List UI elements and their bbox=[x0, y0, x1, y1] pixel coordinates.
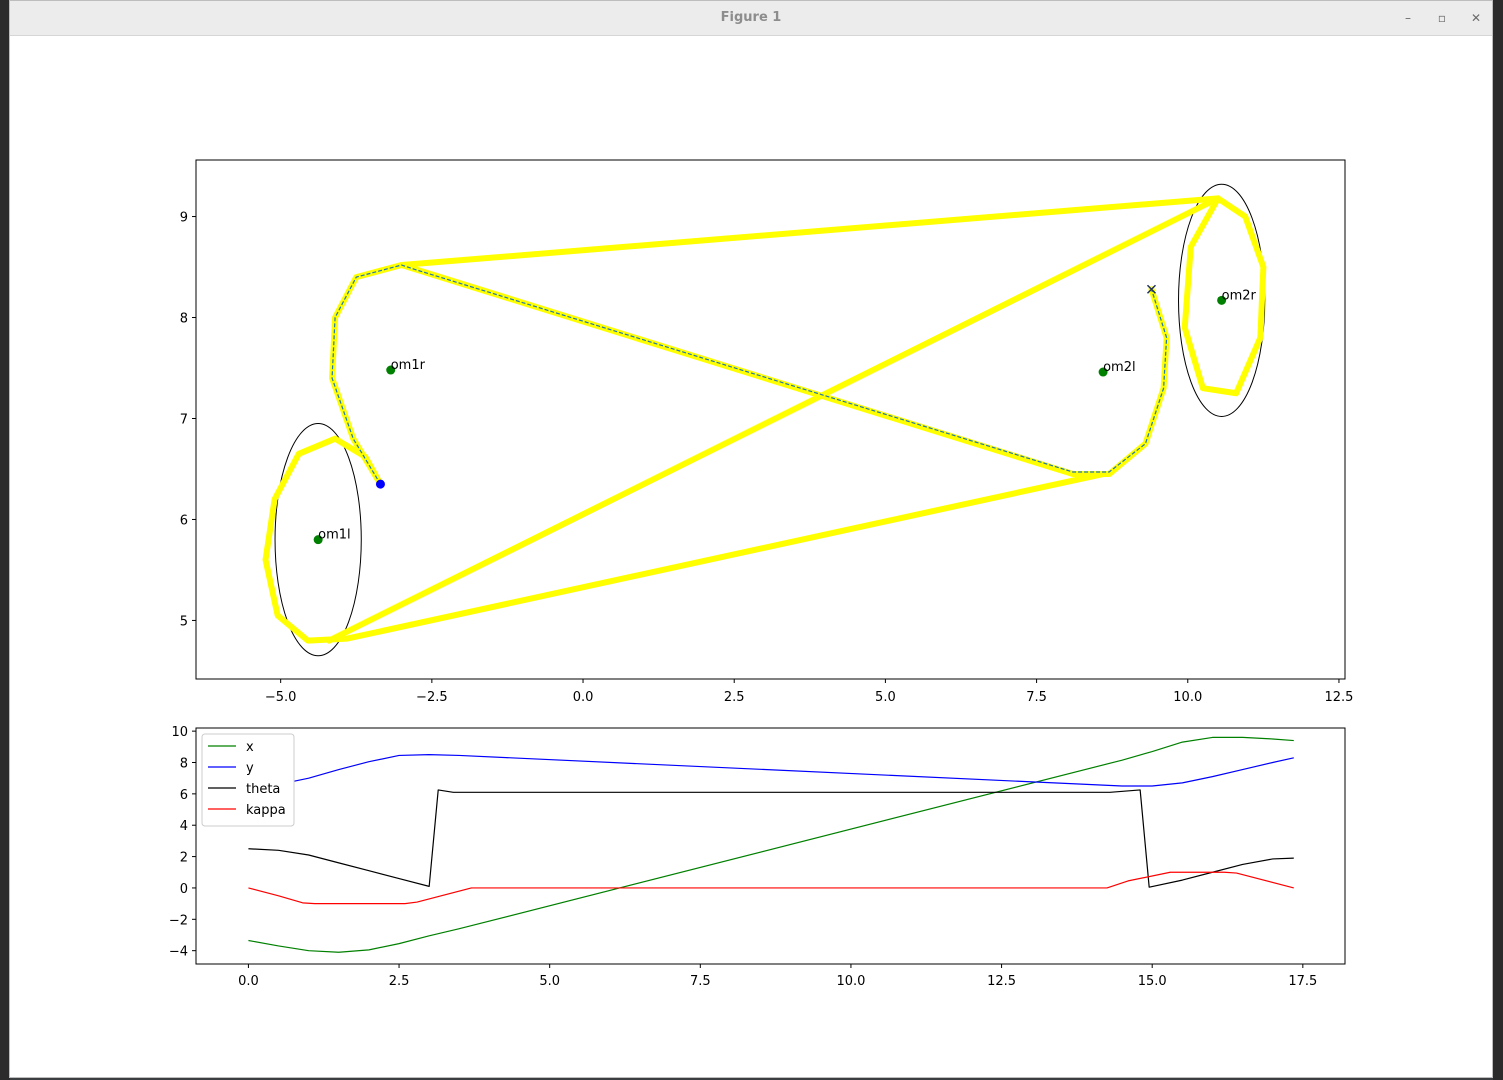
top-ytick-label: 6 bbox=[180, 513, 188, 528]
bottom-xtick-label: 15.0 bbox=[1138, 974, 1167, 989]
bottom-xtick-label: 12.5 bbox=[987, 974, 1016, 989]
center-label-om2r: om2r bbox=[1222, 288, 1257, 303]
top-xtick-label: 10.0 bbox=[1173, 690, 1202, 705]
legend-label-kappa: kappa bbox=[246, 803, 286, 818]
bottom-axes-background bbox=[196, 728, 1345, 964]
legend-label-y: y bbox=[246, 761, 254, 776]
bottom-xtick-label: 2.5 bbox=[389, 974, 410, 989]
legend-label-x: x bbox=[246, 740, 254, 755]
bottom-ytick-label: 10 bbox=[171, 725, 188, 740]
center-label-om1r: om1r bbox=[391, 358, 426, 373]
top-xtick-label: −2.5 bbox=[416, 690, 448, 705]
bottom-ytick-label: −2 bbox=[169, 913, 188, 928]
top-xtick-label: 0.0 bbox=[573, 690, 594, 705]
top-xtick-label: 2.5 bbox=[724, 690, 745, 705]
center-label-om2l: om2l bbox=[1103, 360, 1136, 375]
top-xtick-label: 12.5 bbox=[1324, 690, 1353, 705]
top-xtick-label: 5.0 bbox=[875, 690, 896, 705]
top-xtick-label: 7.5 bbox=[1026, 690, 1047, 705]
legend: xy theta kappa bbox=[201, 733, 295, 827]
start-point bbox=[375, 479, 385, 489]
bottom-ytick-label: −4 bbox=[169, 945, 188, 960]
bottom-ytick-label: 4 bbox=[180, 819, 188, 834]
bottom-axes: 0.0 2.5 5.0 7.5 10.0 12.5 15.0 17.5 −4 −2 0 2 4 6 8 10 x… bbox=[169, 725, 1346, 989]
top-ytick-label: 8 bbox=[180, 312, 188, 327]
bottom-xtick-label: 7.5 bbox=[690, 974, 711, 989]
top-axes: om1l om1r om2l om2r −5.0 −2.5 0.0 2.5 5.0 7.5 10.0… bbox=[180, 159, 1353, 705]
bottom-ytick-label: 6 bbox=[180, 788, 188, 803]
top-ytick-label: 9 bbox=[180, 211, 188, 226]
bottom-xtick-label: 10.0 bbox=[836, 974, 865, 989]
top-ytick-label: 7 bbox=[180, 412, 188, 427]
top-xtick-label: −5.0 bbox=[265, 690, 297, 705]
bottom-xtick-label: 0.0 bbox=[238, 974, 259, 989]
bottom-ytick-label: 0 bbox=[180, 882, 188, 897]
legend-label-theta: theta bbox=[246, 782, 280, 797]
bottom-xtick-label: 5.0 bbox=[539, 974, 560, 989]
figure-canvas: om1l om1r om2l om2r −5.0 −2.5 0.0 2.5 5.0 7.5 10.0… bbox=[169, 159, 1353, 989]
bottom-ytick-label: 2 bbox=[180, 851, 188, 866]
center-label-om1l: om1l bbox=[318, 528, 351, 543]
bottom-xtick-label: 17.5 bbox=[1288, 974, 1317, 989]
top-ytick-label: 5 bbox=[180, 614, 188, 629]
bottom-ytick-label: 8 bbox=[180, 756, 188, 771]
